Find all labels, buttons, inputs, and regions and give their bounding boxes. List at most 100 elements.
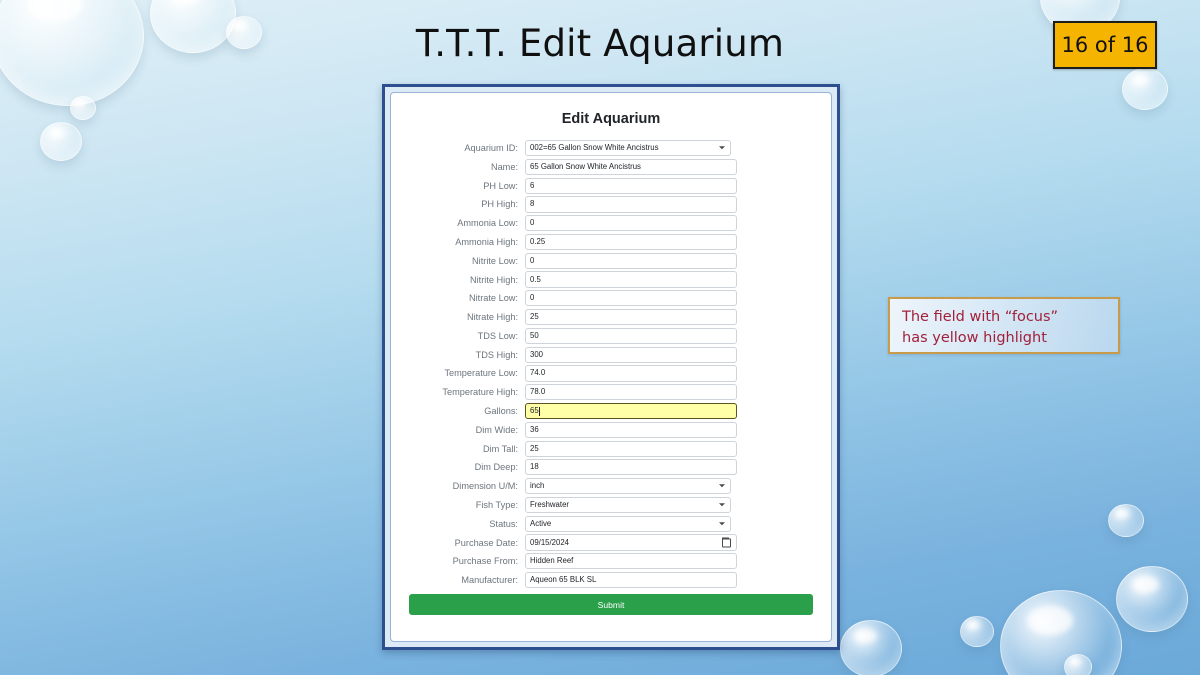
field-text-input[interactable]: 0 xyxy=(525,215,737,232)
form-field-list: Aquarium ID: 002=65 Gallon Snow White Anc… xyxy=(409,140,813,589)
field-label: Temperature Low: xyxy=(444,368,518,379)
form-row: Status: Active xyxy=(409,515,813,532)
field-text-input[interactable]: 25 xyxy=(525,440,737,457)
chevron-down-icon[interactable] xyxy=(719,146,725,150)
field-label: Nitrate High: xyxy=(466,312,518,323)
form-row: Nitrate High: 25 xyxy=(409,309,813,326)
form-row: PH Low: 6 xyxy=(409,177,813,194)
field-value: 8 xyxy=(530,199,535,209)
field-value: Active xyxy=(530,518,552,528)
form-row: Nitrate Low: 0 xyxy=(409,290,813,307)
field-label: Gallons: xyxy=(484,406,518,417)
form-row: TDS High: 300 xyxy=(409,346,813,363)
chevron-down-icon[interactable] xyxy=(719,484,725,488)
field-label: Purchase Date: xyxy=(454,537,518,548)
field-select[interactable]: Freshwater xyxy=(525,496,731,514)
field-value: 78.0 xyxy=(530,387,546,397)
calendar-icon[interactable] xyxy=(721,537,731,547)
field-label: Nitrite Low: xyxy=(472,255,518,266)
field-text-input[interactable]: 65 Gallon Snow White Ancistrus xyxy=(525,158,737,175)
field-value: Hidden Reef xyxy=(530,556,574,566)
water-bubble-icon xyxy=(1108,504,1144,538)
field-value: 002=65 Gallon Snow White Ancistrus xyxy=(530,143,659,153)
field-label: PH High: xyxy=(481,199,518,210)
field-label: TDS Low: xyxy=(477,330,518,341)
field-label: Temperature High: xyxy=(442,387,518,398)
form-row: Dim Deep: 18 xyxy=(409,459,813,476)
field-text-input[interactable]: 25 xyxy=(525,309,737,326)
field-select[interactable]: Active xyxy=(525,515,731,532)
callout-line-2: has yellow highlight xyxy=(902,330,1047,347)
field-label: Ammonia Low: xyxy=(457,218,518,229)
form-row: TDS Low: 50 xyxy=(409,327,813,344)
field-value: 65 Gallon Snow White Ancistrus xyxy=(530,161,641,171)
field-text-input[interactable]: 50 xyxy=(525,327,737,344)
field-text-input[interactable]: 0.5 xyxy=(525,271,737,288)
text-cursor xyxy=(539,406,541,416)
field-value: 0.5 xyxy=(530,274,541,284)
form-heading: Edit Aquarium xyxy=(561,111,661,127)
slide-title: T.T.T. Edit Aquarium xyxy=(415,22,785,65)
field-text-input[interactable]: Aqueon 65 BLK SL xyxy=(525,571,737,589)
field-value: 65 xyxy=(530,406,539,416)
water-bubble-icon xyxy=(960,616,994,648)
field-value: 09/15/2024 xyxy=(530,537,570,547)
field-label: Aquarium ID: xyxy=(464,143,518,154)
field-text-input[interactable]: 0 xyxy=(525,252,737,269)
annotation-callout: The field with “focus” has yellow highli… xyxy=(888,297,1120,354)
water-bubble-icon xyxy=(40,122,82,161)
field-label: TDS High: xyxy=(475,349,518,360)
field-value: 0 xyxy=(530,218,535,228)
water-bubble-icon xyxy=(1064,654,1092,675)
form-row: Aquarium ID: 002=65 Gallon Snow White Anc… xyxy=(409,140,813,157)
field-label: Dimension U/M: xyxy=(452,481,518,492)
field-select[interactable]: 002=65 Gallon Snow White Ancistrus xyxy=(525,140,731,157)
field-label: Dim Deep: xyxy=(474,462,518,473)
form-row: Gallons: 65 xyxy=(409,402,813,420)
field-label: Dim Tall: xyxy=(482,443,518,454)
form-row: Ammonia Low: 0 xyxy=(409,215,813,232)
water-bubble-icon xyxy=(840,620,902,675)
field-date-input[interactable]: 09/15/2024 xyxy=(525,534,737,551)
field-select[interactable]: inch xyxy=(525,478,731,495)
field-text-input[interactable]: 6 xyxy=(525,177,737,194)
form-row: Fish Type: Freshwater xyxy=(409,496,813,514)
field-value: 0 xyxy=(530,293,535,303)
field-value: 50 xyxy=(530,330,539,340)
chevron-down-icon[interactable] xyxy=(719,521,725,525)
field-label: Nitrite High: xyxy=(470,274,518,285)
field-text-input[interactable]: 18 xyxy=(525,459,737,476)
page-counter-badge: 16 of 16 xyxy=(1053,21,1157,69)
field-text-input[interactable]: 65 xyxy=(525,402,737,420)
form-row: Purchase From: Hidden Reef xyxy=(409,553,813,570)
form-row: Nitrite Low: 0 xyxy=(409,252,813,269)
form-row: Ammonia High: 0.25 xyxy=(409,233,813,251)
form-row: Dim Wide: 36 xyxy=(409,421,813,438)
field-label: Ammonia High: xyxy=(455,237,518,247)
field-value: 6 xyxy=(530,180,535,190)
field-text-input[interactable]: 0 xyxy=(525,290,737,307)
field-text-input[interactable]: 8 xyxy=(525,196,737,213)
field-label: Manufacturer: xyxy=(461,575,518,586)
field-text-input[interactable]: 36 xyxy=(525,421,737,438)
field-text-input[interactable]: 78.0 xyxy=(525,384,737,401)
field-text-input[interactable]: 300 xyxy=(525,346,737,363)
water-bubble-icon xyxy=(1000,590,1122,675)
form-row: Temperature Low: 74.0 xyxy=(409,365,813,382)
chevron-down-icon[interactable] xyxy=(719,503,725,507)
field-value: 0 xyxy=(530,255,535,265)
field-text-input[interactable]: 74.0 xyxy=(525,365,737,382)
field-value: 18 xyxy=(530,462,539,472)
field-value: 25 xyxy=(530,443,539,453)
field-value: 74.0 xyxy=(530,368,546,378)
field-label: Purchase From: xyxy=(452,556,518,567)
field-label: PH Low: xyxy=(483,180,518,191)
form-row: Temperature High: 78.0 xyxy=(409,384,813,401)
form-row: Dimension U/M: inch xyxy=(409,478,813,495)
submit-button[interactable]: Submit xyxy=(409,594,813,616)
form-row: Manufacturer: Aqueon 65 BLK SL xyxy=(409,571,813,589)
field-text-input[interactable]: 0.25 xyxy=(525,233,737,251)
field-label: Nitrate Low: xyxy=(468,293,518,304)
field-value: inch xyxy=(530,481,545,491)
field-text-input[interactable]: Hidden Reef xyxy=(525,553,737,570)
